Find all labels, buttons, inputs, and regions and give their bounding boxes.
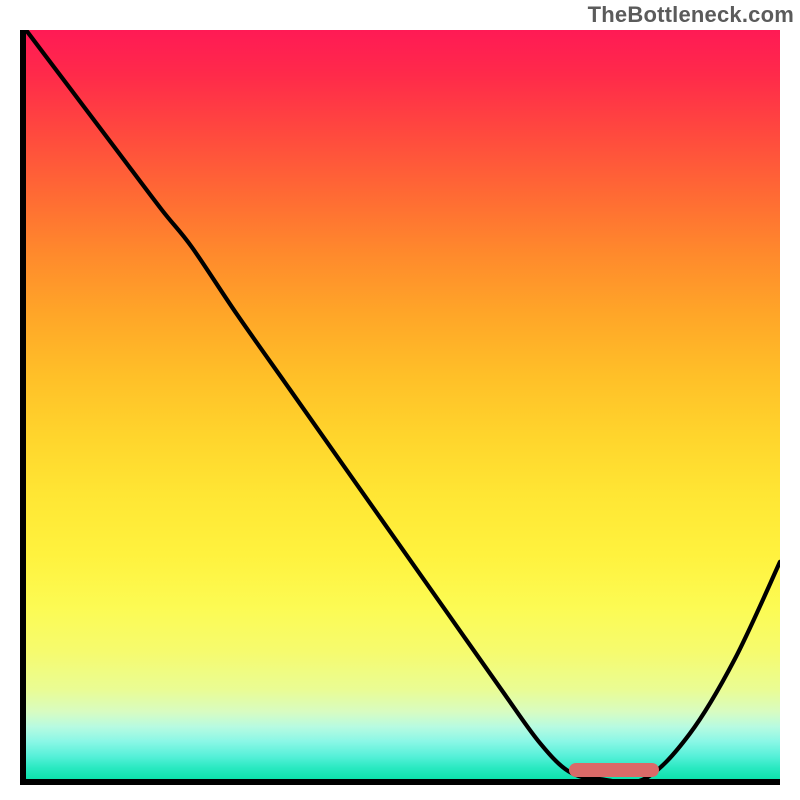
bottleneck-chart: TheBottleneck.com [0, 0, 800, 800]
watermark-text: TheBottleneck.com [588, 2, 794, 28]
optimal-range-marker [569, 763, 659, 777]
plot-area [20, 30, 780, 785]
curve-layer [26, 30, 780, 779]
bottleneck-curve [26, 30, 780, 779]
